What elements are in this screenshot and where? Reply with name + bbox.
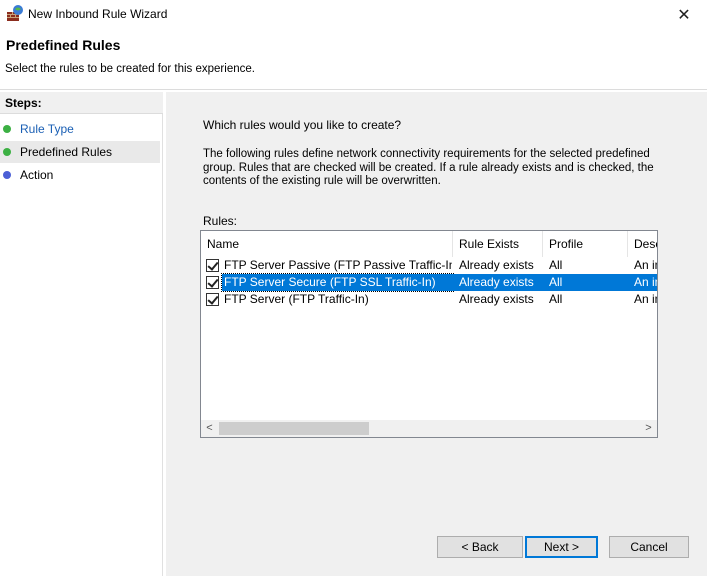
rule-checkbox[interactable] — [206, 259, 219, 272]
wizard-content: Which rules would you like to create? Th… — [166, 92, 707, 576]
scroll-left-icon[interactable]: < — [201, 420, 218, 437]
step-pending-dot-icon — [3, 171, 11, 179]
rule-exists: Already exists — [453, 274, 543, 291]
step-label: Rule Type — [20, 122, 74, 136]
rule-checkbox[interactable] — [206, 293, 219, 306]
rule-profile: All — [549, 258, 563, 272]
horizontal-scrollbar[interactable]: < > — [201, 420, 657, 437]
cancel-button[interactable]: Cancel — [609, 536, 689, 558]
wizard-header: Predefined Rules Select the rules to be … — [0, 30, 707, 90]
page-title: Predefined Rules — [6, 37, 121, 53]
back-button[interactable]: < Back — [437, 536, 523, 558]
step-current-dot-icon — [3, 148, 11, 156]
question-text: Which rules would you like to create? — [203, 118, 402, 132]
step-label: Action — [20, 168, 54, 182]
scroll-right-icon[interactable]: > — [640, 420, 657, 437]
rule-description: An in — [634, 258, 657, 272]
rule-name: FTP Server Secure (FTP SSL Traffic-In) — [221, 273, 454, 292]
column-header-description[interactable]: Desc — [628, 231, 657, 257]
steps-title: Steps: — [0, 92, 163, 114]
step-predefined-rules: Predefined Rules — [0, 141, 160, 163]
rule-name: FTP Server (FTP Traffic-In) — [224, 292, 369, 306]
column-header-profile[interactable]: Profile — [543, 231, 628, 257]
close-icon: ✕ — [677, 7, 691, 24]
rule-exists: Already exists — [459, 258, 534, 272]
rule-checkbox[interactable] — [206, 276, 219, 289]
rules-label: Rules: — [203, 214, 238, 228]
rule-name: FTP Server Passive (FTP Passive Traffic-… — [224, 258, 452, 272]
step-label: Predefined Rules — [20, 145, 113, 159]
steps-pane: Steps: Rule Type Predefined Rules Action — [0, 92, 163, 576]
step-complete-dot-icon — [3, 125, 11, 133]
rule-description: An in — [628, 274, 657, 291]
column-header-rule-exists[interactable]: Rule Exists — [453, 231, 543, 257]
step-action: Action — [0, 164, 160, 186]
title-bar: New Inbound Rule Wizard ✕ — [0, 0, 707, 30]
table-row-selected[interactable]: FTP Server Secure (FTP SSL Traffic-In) A… — [201, 273, 657, 292]
rules-list[interactable]: Name Rule Exists Profile Desc FTP Server… — [200, 230, 658, 438]
rule-profile: All — [543, 274, 628, 291]
next-button[interactable]: Next > — [525, 536, 598, 558]
window-title: New Inbound Rule Wizard — [28, 7, 168, 21]
close-button[interactable]: ✕ — [661, 0, 707, 30]
scrollbar-thumb[interactable] — [219, 422, 369, 435]
page-subtitle: Select the rules to be created for this … — [5, 63, 255, 75]
column-header-name[interactable]: Name — [201, 231, 453, 257]
rule-description: An in — [634, 292, 657, 306]
table-row[interactable]: FTP Server (FTP Traffic-In) Already exis… — [201, 291, 657, 308]
description-text: The following rules define network conne… — [203, 148, 654, 187]
step-rule-type[interactable]: Rule Type — [0, 118, 160, 140]
firewall-app-icon — [7, 5, 23, 21]
rule-exists: Already exists — [459, 292, 534, 306]
list-header: Name Rule Exists Profile Desc — [201, 231, 657, 257]
table-row[interactable]: FTP Server Passive (FTP Passive Traffic-… — [201, 257, 657, 274]
rule-profile: All — [549, 292, 563, 306]
